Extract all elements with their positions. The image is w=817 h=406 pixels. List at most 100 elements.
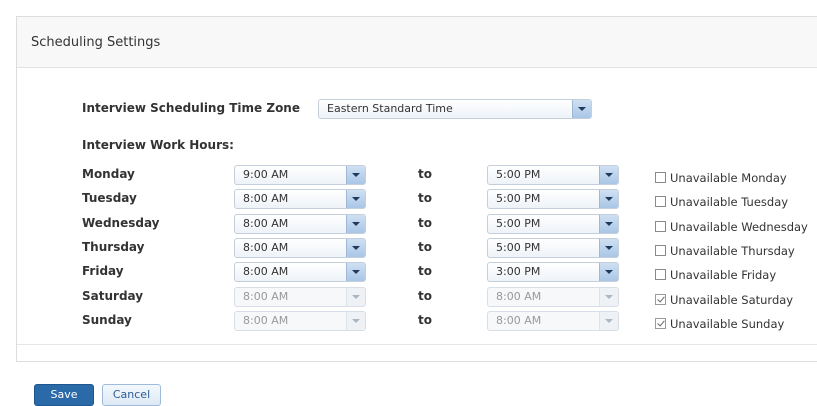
day-label-saturday: Saturday (82, 289, 144, 303)
day-label-wednesday: Wednesday (82, 216, 160, 230)
unavailable-checkbox-friday[interactable] (655, 269, 666, 280)
unavailable-checkbox-saturday[interactable] (655, 294, 666, 305)
start-time-dropdown-button[interactable] (346, 263, 365, 281)
end-time-dropdown-button[interactable] (599, 215, 618, 233)
day-label-sunday: Sunday (82, 313, 132, 327)
end-time-dropdown-button[interactable] (599, 288, 618, 306)
chevron-down-icon (352, 222, 360, 226)
end-time-value: 5:00 PM (496, 192, 541, 205)
end-time-dropdown-button[interactable] (599, 166, 618, 184)
chevron-down-icon (605, 246, 613, 250)
end-time-value: 8:00 AM (496, 314, 542, 327)
end-time-dropdown-button[interactable] (599, 190, 618, 208)
start-time-value: 8:00 AM (243, 290, 289, 303)
chevron-down-icon (605, 173, 613, 177)
to-label: to (418, 167, 432, 181)
chevron-down-icon (352, 173, 360, 177)
to-label: to (418, 313, 432, 327)
timezone-value: Eastern Standard Time (327, 102, 453, 115)
end-time-dropdown-button[interactable] (599, 263, 618, 281)
chevron-down-icon (352, 197, 360, 201)
to-label: to (418, 240, 432, 254)
to-label: to (418, 289, 432, 303)
unavailable-label-sunday: Unavailable Sunday (670, 317, 785, 331)
end-time-select-tuesday[interactable]: 5:00 PM (487, 189, 619, 209)
end-time-select-wednesday[interactable]: 5:00 PM (487, 214, 619, 234)
end-time-value: 5:00 PM (496, 168, 541, 181)
timezone-select[interactable]: Eastern Standard Time (318, 99, 592, 119)
chevron-down-icon (605, 222, 613, 226)
panel-title: Scheduling Settings (31, 35, 161, 50)
start-time-select-sunday[interactable]: 8:00 AM (234, 311, 366, 331)
panel-header: Scheduling Settings (17, 17, 817, 68)
chevron-down-icon (352, 246, 360, 250)
unavailable-label-monday: Unavailable Monday (670, 171, 787, 185)
unavailable-toggle-tuesday[interactable]: Unavailable Tuesday (655, 195, 815, 209)
chevron-down-icon (605, 319, 613, 323)
start-time-select-wednesday[interactable]: 8:00 AM (234, 214, 366, 234)
unavailable-toggle-saturday[interactable]: Unavailable Saturday (655, 293, 815, 307)
start-time-value: 9:00 AM (243, 168, 289, 181)
work-hours-label: Interview Work Hours: (82, 138, 234, 152)
chevron-down-icon (578, 107, 586, 111)
day-label-monday: Monday (82, 167, 135, 181)
start-time-select-friday[interactable]: 8:00 AM (234, 262, 366, 282)
chevron-down-icon (352, 295, 360, 299)
unavailable-checkbox-monday[interactable] (655, 172, 666, 183)
unavailable-label-tuesday: Unavailable Tuesday (670, 195, 789, 209)
unavailable-toggle-sunday[interactable]: Unavailable Sunday (655, 317, 815, 331)
day-label-tuesday: Tuesday (82, 191, 137, 205)
start-time-dropdown-button[interactable] (346, 239, 365, 257)
end-time-select-thursday[interactable]: 5:00 PM (487, 238, 619, 258)
start-time-dropdown-button[interactable] (346, 166, 365, 184)
start-time-select-saturday[interactable]: 8:00 AM (234, 287, 366, 307)
end-time-value: 3:00 PM (496, 265, 541, 278)
unavailable-label-wednesday: Unavailable Wednesday (670, 220, 808, 234)
end-time-dropdown-button[interactable] (599, 312, 618, 330)
cancel-button[interactable]: Cancel (102, 384, 161, 406)
to-label: to (418, 216, 432, 230)
unavailable-toggle-thursday[interactable]: Unavailable Thursday (655, 244, 815, 258)
chevron-down-icon (352, 270, 360, 274)
start-time-value: 8:00 AM (243, 217, 289, 230)
unavailable-checkbox-sunday[interactable] (655, 318, 666, 329)
end-time-value: 8:00 AM (496, 290, 542, 303)
start-time-select-thursday[interactable]: 8:00 AM (234, 238, 366, 258)
to-label: to (418, 264, 432, 278)
start-time-dropdown-button[interactable] (346, 312, 365, 330)
chevron-down-icon (605, 270, 613, 274)
unavailable-toggle-friday[interactable]: Unavailable Friday (655, 268, 815, 282)
checkmark-icon (657, 294, 665, 303)
chevron-down-icon (605, 197, 613, 201)
unavailable-checkbox-wednesday[interactable] (655, 221, 666, 232)
unavailable-label-saturday: Unavailable Saturday (670, 293, 794, 307)
start-time-value: 8:00 AM (243, 314, 289, 327)
unavailable-toggle-wednesday[interactable]: Unavailable Wednesday (655, 220, 815, 234)
end-time-dropdown-button[interactable] (599, 239, 618, 257)
end-time-value: 5:00 PM (496, 241, 541, 254)
unavailable-checkbox-tuesday[interactable] (655, 196, 666, 207)
start-time-dropdown-button[interactable] (346, 190, 365, 208)
scheduling-settings-panel: Scheduling Settings (16, 16, 817, 362)
start-time-select-tuesday[interactable]: 8:00 AM (234, 189, 366, 209)
unavailable-checkbox-thursday[interactable] (655, 245, 666, 256)
end-time-select-saturday[interactable]: 8:00 AM (487, 287, 619, 307)
timezone-label: Interview Scheduling Time Zone (82, 101, 300, 115)
start-time-dropdown-button[interactable] (346, 288, 365, 306)
start-time-dropdown-button[interactable] (346, 215, 365, 233)
day-label-friday: Friday (82, 264, 124, 278)
start-time-value: 8:00 AM (243, 192, 289, 205)
start-time-select-monday[interactable]: 9:00 AM (234, 165, 366, 185)
chevron-down-icon (352, 319, 360, 323)
unavailable-label-friday: Unavailable Friday (670, 268, 777, 282)
timezone-dropdown-button[interactable] (572, 100, 591, 118)
end-time-select-monday[interactable]: 5:00 PM (487, 165, 619, 185)
end-time-select-sunday[interactable]: 8:00 AM (487, 311, 619, 331)
checkmark-icon (657, 318, 665, 327)
end-time-value: 5:00 PM (496, 217, 541, 230)
panel-divider (17, 344, 817, 345)
unavailable-toggle-monday[interactable]: Unavailable Monday (655, 171, 815, 185)
save-button[interactable]: Save (34, 384, 94, 406)
end-time-select-friday[interactable]: 3:00 PM (487, 262, 619, 282)
to-label: to (418, 191, 432, 205)
